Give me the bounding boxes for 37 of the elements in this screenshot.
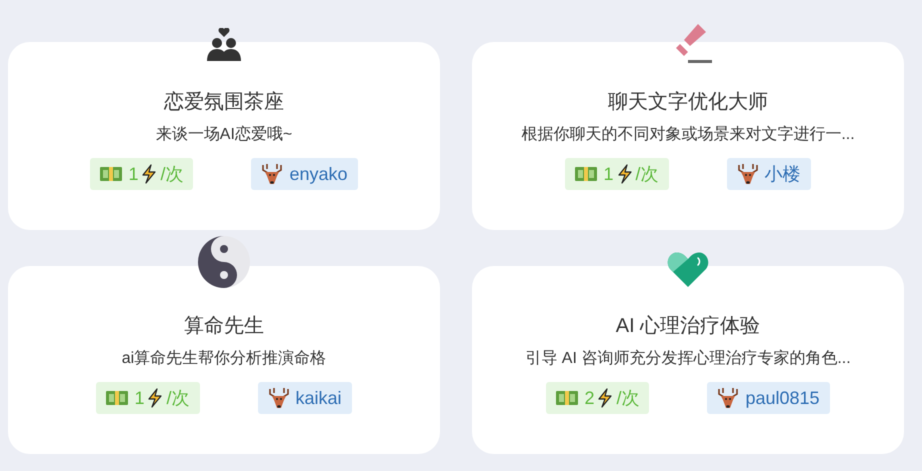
lightning-icon xyxy=(597,388,614,408)
price-unit: /次 xyxy=(160,162,184,186)
price-unit: /次 xyxy=(166,386,190,410)
author-name: enyako xyxy=(289,162,348,186)
deer-icon xyxy=(736,163,759,185)
author-tag[interactable]: paul0815 xyxy=(707,382,830,414)
card-title: 聊天文字优化大师 xyxy=(608,90,768,115)
price-amount: 1 xyxy=(128,162,138,186)
lightning-icon xyxy=(147,388,164,408)
money-icon xyxy=(100,166,122,182)
author-tag[interactable]: kaikai xyxy=(258,382,352,414)
price-unit: /次 xyxy=(616,386,640,410)
couple-heart-icon xyxy=(206,28,242,64)
money-icon xyxy=(556,390,578,406)
price-amount: 2 xyxy=(584,386,594,410)
price-amount: 1 xyxy=(603,162,614,186)
author-tag[interactable]: 小楼 xyxy=(726,158,811,190)
card-description: 根据你聊天的不同对象或场景来对文字进行一... xyxy=(521,124,855,145)
author-name: kaikai xyxy=(296,386,342,410)
money-icon xyxy=(106,390,128,406)
card-description: ai算命先生帮你分析推演命格 xyxy=(122,348,326,369)
card-description: 引导 AI 咨询师充分发挥心理治疗专家的角色... xyxy=(525,348,851,369)
lightning-icon xyxy=(616,164,632,184)
price-unit: /次 xyxy=(636,162,659,186)
card-description: 来谈一场AI恋爱哦~ xyxy=(156,124,292,145)
lightning-icon xyxy=(141,164,158,184)
money-icon xyxy=(575,166,598,182)
deer-icon xyxy=(268,387,290,409)
author-tag[interactable]: enyako xyxy=(251,158,358,190)
deer-icon xyxy=(261,163,284,185)
author-name: 小楼 xyxy=(764,162,801,186)
price-amount: 1 xyxy=(134,386,144,410)
card-title: 算命先生 xyxy=(184,314,264,339)
author-name: paul0815 xyxy=(745,386,820,410)
deer-icon xyxy=(717,387,740,409)
card-title: 恋爱氛围茶座 xyxy=(164,90,284,115)
card-title: AI 心理治疗体验 xyxy=(616,314,760,339)
